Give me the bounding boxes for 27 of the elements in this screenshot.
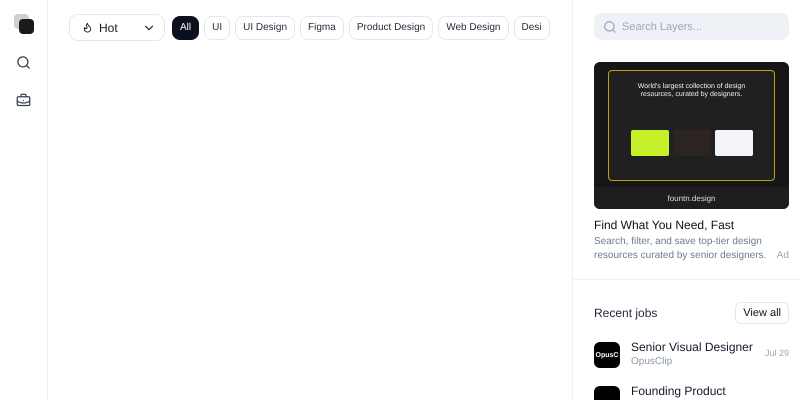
ad-title: Find What You Need, Fast bbox=[594, 218, 736, 232]
thumbnail bbox=[630, 130, 668, 156]
tag-chip[interactable]: Web Design bbox=[438, 16, 508, 40]
ad-label: Ad bbox=[776, 249, 789, 263]
section-title: Recent jobs bbox=[594, 306, 658, 320]
briefcase-icon bbox=[16, 92, 31, 108]
ad-description: Search, filter, and save top-tier design resources curated by senior designers. bbox=[594, 235, 768, 263]
sort-dropdown[interactable]: Hot bbox=[69, 14, 165, 41]
company-name: OpusClip bbox=[631, 356, 674, 367]
logo-nav-button[interactable] bbox=[12, 12, 36, 36]
tag-chip[interactable]: Figma bbox=[300, 16, 344, 40]
tag-chip[interactable]: UI Design bbox=[235, 16, 296, 40]
job-date: Jul 29 bbox=[764, 348, 789, 358]
tag-chip[interactable]: UI bbox=[204, 16, 230, 40]
search-field[interactable]: Search Layers... bbox=[594, 13, 789, 40]
tag-chip[interactable]: Desi bbox=[514, 16, 550, 40]
brand-name: fountn.design bbox=[594, 187, 789, 209]
search-icon bbox=[603, 20, 617, 34]
tag-chip[interactable]: All bbox=[172, 16, 200, 40]
view-all-button[interactable]: View all bbox=[735, 302, 789, 324]
job-title[interactable]: Founding Product bbox=[631, 384, 789, 398]
thumbnail bbox=[714, 130, 752, 156]
flame-icon bbox=[82, 22, 93, 33]
job-title[interactable]: Senior Visual Designer bbox=[631, 340, 754, 354]
search-icon bbox=[16, 54, 31, 70]
tag-chip[interactable]: Product Design bbox=[348, 16, 434, 40]
logo-icon bbox=[14, 14, 34, 34]
